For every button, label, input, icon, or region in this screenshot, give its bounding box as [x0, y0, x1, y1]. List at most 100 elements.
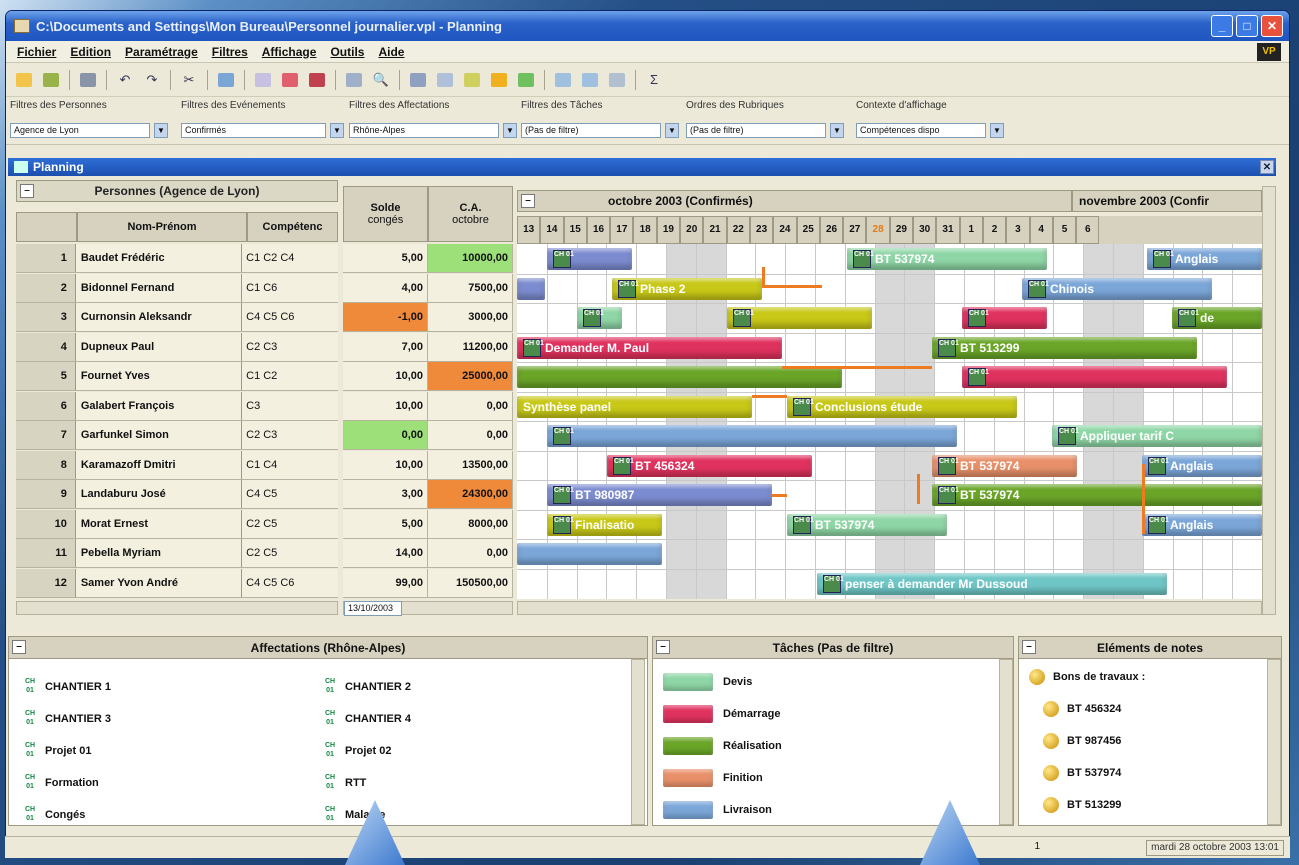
menu-filtres[interactable]: Filtres [205, 45, 255, 59]
tache-item[interactable]: Réalisation [663, 737, 782, 755]
person-row[interactable]: 12 Samer Yvon André C4 C5 C6 [16, 568, 338, 598]
zoom-icon[interactable] [551, 69, 575, 91]
menu-parametrage[interactable]: Paramétrage [118, 45, 205, 59]
task-bar[interactable]: CH 01 [727, 307, 872, 329]
close-planning-icon[interactable]: ✕ [1260, 160, 1274, 174]
filter-persons-select[interactable]: Agence de Lyon [10, 122, 150, 138]
close-button[interactable]: ✕ [1261, 15, 1283, 37]
task-bar[interactable] [517, 366, 842, 388]
notes-group[interactable]: Bons de travaux : [1029, 669, 1145, 685]
task-bar[interactable]: Synthèse panel [517, 395, 752, 418]
person-row[interactable]: 3 Curnonsin Aleksandr C4 C5 C6 [16, 303, 338, 332]
dropdown-arrow-icon[interactable]: ▼ [990, 122, 1004, 138]
person-name[interactable]: Karamazoff Dmitri [75, 450, 243, 479]
task-bar[interactable]: CH 01 Demander M. Paul [517, 336, 782, 359]
taches-vscroll[interactable] [999, 659, 1013, 825]
filter-affectations-select[interactable]: Rhône-Alpes [349, 122, 499, 138]
redo-icon[interactable]: ↷ [140, 69, 164, 91]
task-bar[interactable]: CH 01 Anglais [1142, 513, 1262, 536]
task-bar[interactable]: CH 01 Chinois [1022, 277, 1212, 300]
person-name[interactable]: Fournet Yves [75, 362, 243, 390]
person-row[interactable]: 4 Dupneux Paul C2 C3 [16, 332, 338, 362]
affectation-item[interactable]: CH 01 CHANTIER 3 [19, 709, 111, 729]
task-bar[interactable]: CH 01 BT 537974 [847, 248, 1047, 270]
person-name[interactable]: Samer Yvon André [75, 568, 243, 597]
person-row[interactable]: 6 Galabert François C3 [16, 391, 338, 421]
person-row[interactable]: 10 Morat Ernest C2 C5 [16, 509, 338, 539]
person-name[interactable]: Garfunkel Simon [75, 421, 243, 449]
person-row[interactable]: 2 Bidonnel Fernand C1 C6 [16, 273, 338, 303]
print-icon[interactable] [76, 69, 100, 91]
affectation-item[interactable]: CH 01 Formation [19, 773, 99, 793]
date-scroll[interactable]: 13/10/2003 [343, 600, 513, 616]
task-bar[interactable]: CH 01 Appliquer tarif C [1052, 425, 1262, 447]
person-name[interactable]: Curnonsin Aleksandr [75, 303, 243, 331]
task-bar[interactable]: CH 01 BT 513299 [932, 336, 1197, 359]
menu-outils[interactable]: Outils [323, 45, 371, 59]
person-name[interactable]: Dupneux Paul [75, 332, 243, 361]
person-row[interactable]: 8 Karamazoff Dmitri C1 C4 [16, 450, 338, 480]
moon-icon[interactable] [487, 69, 511, 91]
menu-affichage[interactable]: Affichage [255, 45, 324, 59]
note-item[interactable]: BT 987456 [1043, 733, 1121, 749]
person-row[interactable]: 5 Fournet Yves C1 C2 [16, 362, 338, 391]
date-field[interactable]: 13/10/2003 [344, 600, 402, 616]
task-bar[interactable]: CH 01 BT 537974 [787, 513, 947, 536]
note-item[interactable]: BT 456324 [1043, 701, 1121, 717]
maximize-button[interactable]: □ [1236, 15, 1258, 37]
minimize-button[interactable]: _ [1211, 15, 1233, 37]
cut-icon[interactable]: ✂ [177, 69, 201, 91]
task-bar[interactable]: CH 01 Phase 2 [612, 277, 762, 300]
sum-icon[interactable]: Σ [642, 69, 666, 91]
dropdown-arrow-icon[interactable]: ▼ [330, 122, 344, 138]
dropdown-arrow-icon[interactable]: ▼ [665, 122, 679, 138]
task-bar[interactable]: CH 01 Finalisatio [547, 513, 662, 536]
menu-aide[interactable]: Aide [371, 45, 411, 59]
menu-edition[interactable]: Edition [63, 45, 118, 59]
flag-icon[interactable] [514, 69, 538, 91]
task-bar[interactable]: CH 01 BT 980987 [547, 484, 772, 506]
person-name[interactable]: Bidonnel Fernand [75, 273, 243, 302]
affectations-vscroll[interactable] [631, 659, 645, 825]
affectation-item[interactable]: CH 01 RTT [319, 773, 366, 793]
dropdown-arrow-icon[interactable]: ▼ [830, 122, 844, 138]
name-column-header[interactable]: Nom-Prénom [77, 212, 247, 242]
task-bar[interactable]: CH 01 Conclusions étude [787, 395, 1017, 418]
affectation-item[interactable]: CH 01 Congés [19, 805, 85, 825]
filter-taches-select[interactable]: (Pas de filtre) [521, 122, 661, 138]
comment-icon[interactable] [214, 69, 238, 91]
affectation-item[interactable]: CH 01 Projet 02 [319, 741, 392, 761]
collapse-icon[interactable]: – [12, 640, 26, 654]
task-bar[interactable]: CH 01 [962, 366, 1227, 388]
affectation-item[interactable]: CH 01 CHANTIER 2 [319, 677, 411, 697]
person-row[interactable]: 7 Garfunkel Simon C2 C3 [16, 421, 338, 450]
tache-item[interactable]: Livraison [663, 801, 772, 819]
tree-icon[interactable] [460, 69, 484, 91]
filter-events-select[interactable]: Confirmés [181, 122, 326, 138]
collapse-icon[interactable]: – [20, 184, 34, 198]
report-icon[interactable] [278, 69, 302, 91]
comp-column-header[interactable]: Compétenc [247, 212, 338, 242]
note-item[interactable]: BT 537974 [1043, 765, 1121, 781]
dropdown-arrow-icon[interactable]: ▼ [154, 122, 168, 138]
task-bar[interactable] [517, 543, 662, 565]
collapse-icon[interactable]: – [656, 640, 670, 654]
find-icon[interactable]: 🔍 [369, 69, 393, 91]
gantt-hscroll[interactable] [517, 601, 1262, 615]
tache-item[interactable]: Démarrage [663, 705, 780, 723]
collapse-icon[interactable]: – [1022, 640, 1036, 654]
filter-ordres-select[interactable]: (Pas de filtre) [686, 122, 826, 138]
person-name[interactable]: Pebella Myriam [75, 539, 243, 567]
task-bar[interactable]: CH 01 Anglais [1142, 454, 1262, 477]
person-name[interactable]: Baudet Frédéric [75, 244, 243, 272]
person-row[interactable]: 9 Landaburu José C4 C5 [16, 480, 338, 509]
task-bar[interactable]: CH 01 BT 537974 [932, 484, 1262, 506]
filter-icon[interactable] [433, 69, 457, 91]
solde-column-header[interactable]: Solde congés [343, 186, 428, 242]
tache-item[interactable]: Devis [663, 673, 752, 691]
affectation-item[interactable]: CH 01 CHANTIER 1 [19, 677, 111, 697]
gantt-vscroll[interactable] [1262, 186, 1276, 615]
person-name[interactable]: Landaburu José [75, 480, 243, 508]
dropdown-arrow-icon[interactable]: ▼ [503, 122, 517, 138]
report2-icon[interactable] [305, 69, 329, 91]
